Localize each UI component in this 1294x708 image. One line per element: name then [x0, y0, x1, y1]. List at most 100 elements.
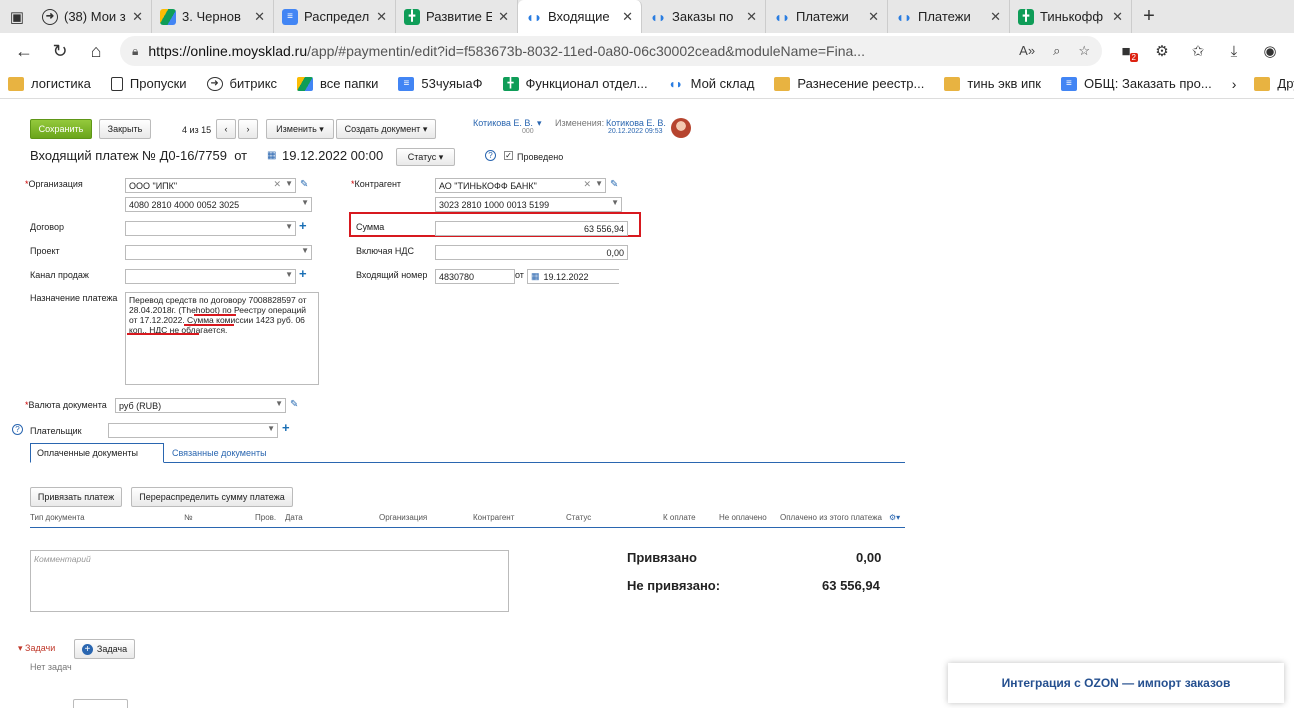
org-select[interactable]: ООО "ИПК" ✕ ▼: [125, 178, 296, 193]
extensions-puzzle-icon[interactable]: ⚙: [1144, 36, 1180, 66]
column-settings-icon[interactable]: ⚙▾: [889, 513, 900, 522]
close-icon[interactable]: ✕: [1112, 9, 1123, 25]
tab-linked-documents[interactable]: Связанные документы: [166, 443, 273, 463]
chevron-down-icon[interactable]: ▾: [537, 118, 542, 129]
edit-icon[interactable]: ✎: [610, 179, 618, 190]
tab-incoming-active[interactable]: ◖◗ Входящие ✕: [518, 0, 642, 33]
col-counterparty[interactable]: Контрагент: [473, 513, 514, 522]
col-posted[interactable]: Пров.: [255, 513, 276, 522]
tab-youtube[interactable]: ➜ (38) Мои з ✕: [34, 0, 152, 33]
bookmark-moysklad[interactable]: ◖◗ Мой склад: [668, 76, 754, 91]
extension-icon[interactable]: ■ 2: [1108, 36, 1144, 66]
col-organization[interactable]: Организация: [379, 513, 427, 522]
partial-button[interactable]: [73, 699, 128, 708]
tab-payments-2[interactable]: ◖◗ Платежи ✕: [888, 0, 1010, 33]
zoom-icon[interactable]: ⌕: [1053, 43, 1060, 59]
bookmark-logistics[interactable]: логистика: [8, 76, 91, 91]
bind-payment-button[interactable]: Привязать платеж: [30, 487, 122, 507]
tab-drive[interactable]: 3. Чернов ✕: [152, 0, 274, 33]
prev-record-button[interactable]: ‹: [216, 119, 236, 139]
comment-textarea[interactable]: Комментарий: [30, 550, 509, 612]
counterparty-select[interactable]: АО "ТИНЬКОФФ БАНК" ✕ ▼: [435, 178, 606, 193]
profile-icon[interactable]: ◉: [1252, 36, 1288, 66]
url-field[interactable]: 🔒︎ https://online.moysklad.ru/app/#payme…: [120, 36, 1102, 66]
clear-icon[interactable]: ✕: [583, 179, 591, 190]
tab-tinkoff[interactable]: ╋ Тинькофф ✕: [1010, 0, 1132, 33]
bookmark-functional[interactable]: ╋ Функционал отдел...: [502, 76, 648, 91]
next-record-button[interactable]: ›: [238, 119, 258, 139]
help-icon[interactable]: ?: [12, 424, 23, 435]
tab-payments-1[interactable]: ◖◗ Платежи ✕: [766, 0, 888, 33]
back-icon[interactable]: ←: [6, 36, 42, 66]
close-button[interactable]: Закрыть: [99, 119, 151, 139]
close-icon[interactable]: ✕: [990, 9, 1001, 25]
bookmark-order[interactable]: ≡ ОБЩ: Заказать про...: [1060, 76, 1212, 91]
favorites-icon[interactable]: ✩: [1180, 36, 1216, 66]
tab-actions-icon[interactable]: ▣: [0, 0, 34, 33]
incoming-number-field[interactable]: 4830780: [435, 269, 515, 284]
help-icon[interactable]: ?: [485, 150, 496, 161]
payer-select[interactable]: ▼: [108, 423, 278, 438]
bookmark-bitrix[interactable]: ➜ битрикс: [206, 76, 277, 91]
save-button[interactable]: Сохранить: [30, 119, 92, 139]
close-icon[interactable]: ✕: [622, 9, 633, 25]
chevron-right-icon[interactable]: ›: [1232, 76, 1237, 92]
sum-field[interactable]: 63 556,94: [435, 221, 628, 236]
favorite-add-icon[interactable]: ☆: [1078, 43, 1090, 59]
currency-select[interactable]: руб (RUB) ▼: [115, 398, 286, 413]
bookmark-all-folders[interactable]: все папки: [297, 76, 378, 91]
bookmark-other[interactable]: Другое: [1254, 76, 1294, 91]
avatar[interactable]: [671, 118, 691, 138]
add-contract-icon[interactable]: +: [299, 218, 307, 233]
col-status[interactable]: Статус: [566, 513, 591, 522]
add-task-button[interactable]: + Задача: [74, 639, 135, 659]
col-doc-type[interactable]: Тип документа: [30, 513, 85, 522]
incoming-date-field[interactable]: ▦ 19.12.2022: [527, 269, 619, 284]
channel-select[interactable]: ▼: [125, 269, 296, 284]
add-channel-icon[interactable]: +: [299, 266, 307, 281]
tab-orders[interactable]: ◖◗ Заказы по ✕: [642, 0, 766, 33]
changes-user[interactable]: Котикова Е. В.: [606, 118, 666, 128]
col-date[interactable]: Дата: [285, 513, 303, 522]
tab-docs[interactable]: ≡ Распредел ✕: [274, 0, 396, 33]
document-date[interactable]: 19.12.2022 00:00: [282, 148, 383, 163]
col-to-pay[interactable]: К оплате: [663, 513, 696, 522]
home-icon[interactable]: ⌂: [78, 36, 114, 66]
tab-sheets[interactable]: ╋ Развитие Е ✕: [396, 0, 518, 33]
contract-select[interactable]: ▼: [125, 221, 296, 236]
close-icon[interactable]: ✕: [254, 9, 265, 25]
tab-paid-documents[interactable]: Оплаченные документы: [30, 443, 164, 463]
download-icon[interactable]: ⤓: [1216, 36, 1252, 66]
redistribute-button[interactable]: Перераспределить сумму платежа: [131, 487, 293, 507]
status-button[interactable]: Статус ▾: [396, 148, 455, 166]
create-document-button[interactable]: Создать документ ▾: [336, 119, 436, 139]
col-number[interactable]: №: [184, 513, 193, 522]
bookmark-passes[interactable]: Пропуски: [110, 76, 187, 91]
tasks-toggle[interactable]: ▾ Задачи: [18, 643, 55, 654]
bookmark-tinkoff[interactable]: тинь экв ипк: [944, 76, 1041, 91]
close-icon[interactable]: ✕: [132, 9, 143, 25]
close-icon[interactable]: ✕: [868, 9, 879, 25]
edit-icon[interactable]: ✎: [290, 399, 298, 410]
purpose-textarea[interactable]: Перевод средств по договору 7008828597 о…: [125, 292, 319, 385]
close-icon[interactable]: ✕: [746, 9, 757, 25]
change-button[interactable]: Изменить ▾: [266, 119, 334, 139]
close-icon[interactable]: ✕: [376, 9, 387, 25]
edit-icon[interactable]: ✎: [300, 179, 308, 190]
clear-icon[interactable]: ✕: [273, 179, 281, 190]
new-tab-icon[interactable]: +: [1132, 0, 1166, 33]
col-paid-from-payment[interactable]: Оплачено из этого платежа: [780, 513, 882, 522]
close-icon[interactable]: ✕: [498, 9, 509, 25]
counterparty-account-select[interactable]: 3023 2810 1000 0013 5199 ▼: [435, 197, 622, 212]
posted-checkbox[interactable]: ✓: [504, 151, 513, 160]
add-payer-icon[interactable]: +: [282, 420, 290, 435]
reload-icon[interactable]: ↻: [42, 36, 78, 66]
col-unpaid[interactable]: Не оплачено: [719, 513, 767, 522]
vat-field[interactable]: 0,00: [435, 245, 628, 260]
bookmark-registry[interactable]: Разнесение реестр...: [774, 76, 924, 91]
calendar-icon[interactable]: ▦: [267, 150, 276, 161]
org-account-select[interactable]: 4080 2810 4000 0052 3025 ▼: [125, 197, 312, 212]
user-name[interactable]: Котикова Е. В.: [473, 118, 533, 128]
bookmark-doc[interactable]: ≡ 53чуяыаФ: [398, 76, 483, 91]
ozon-integration-banner[interactable]: Интеграция с OZON — импорт заказов: [948, 663, 1284, 703]
